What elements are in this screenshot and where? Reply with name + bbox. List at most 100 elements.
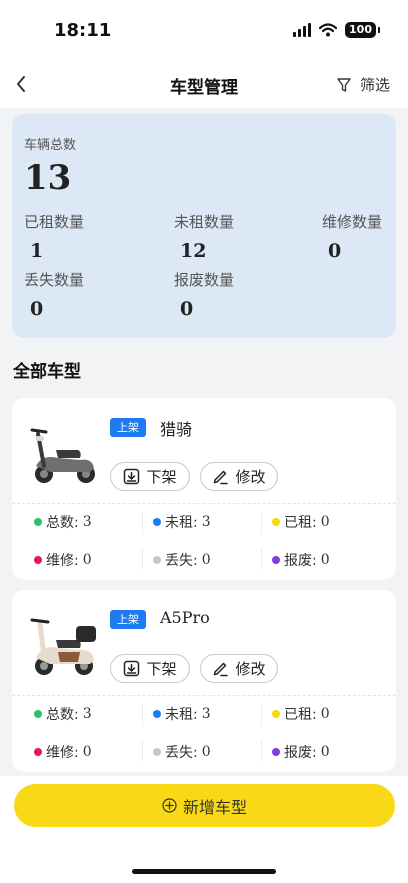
bottom-action-bar: 新增车型 [0, 776, 408, 883]
stat-value: 0 [328, 240, 342, 262]
stat-value: 3 [82, 514, 92, 530]
stat-repair: 维修: 0 [34, 742, 92, 762]
status-dot [153, 518, 161, 526]
edit-button[interactable]: 修改 [200, 462, 278, 491]
status-dot [34, 748, 42, 756]
add-model-label: 新增车型 [182, 797, 247, 817]
stat-value: 3 [201, 706, 211, 722]
stat-value: 0 [320, 514, 330, 530]
stat-label: 维修数量 [322, 213, 383, 231]
stat-total: 总数: 3 [34, 704, 92, 724]
card-divider [12, 503, 396, 504]
status-dot [34, 710, 42, 718]
download-icon [124, 660, 140, 677]
stat-label: 未租: [165, 515, 198, 531]
total-value: 13 [24, 158, 72, 198]
stat-value: 3 [201, 514, 211, 530]
stat-value: 0 [30, 298, 44, 320]
stat-value: 0 [201, 744, 211, 760]
column-divider [142, 548, 143, 570]
stat-unrented: 未租数量 12 [174, 211, 234, 262]
stat-scrapped: 报废数量 0 [174, 269, 234, 320]
edit-label: 修改 [235, 660, 266, 678]
column-divider [261, 548, 262, 570]
model-name: 猎骑 [160, 420, 193, 439]
edit-label: 修改 [235, 468, 266, 486]
stat-unrented: 未租: 3 [153, 704, 211, 724]
summary-card: 车辆总数 13 已租数量 1 未租数量 12 维修数量 0 丢失数量 0 报废数… [12, 114, 396, 338]
status-dot [153, 710, 161, 718]
stat-label: 总数: [46, 515, 79, 531]
status-dot [272, 518, 280, 526]
stat-label: 报废: [284, 745, 317, 761]
stat-label: 未租数量 [174, 213, 235, 231]
stat-total: 总数: 3 [34, 512, 92, 532]
stat-label: 已租数量 [24, 213, 85, 231]
battery-indicator: 100 [345, 22, 380, 38]
home-indicator [132, 869, 276, 874]
cellular-signal-icon [293, 23, 312, 37]
status-badge: 上架 [110, 610, 146, 629]
stat-label: 已租: [284, 515, 317, 531]
stat-label: 维修: [46, 553, 79, 569]
take-down-button[interactable]: 下架 [110, 462, 190, 491]
stat-value: 0 [320, 744, 330, 760]
download-icon [124, 468, 140, 485]
stat-scrapped: 报废: 0 [272, 550, 330, 570]
status-bar: 18:11 100 [0, 0, 408, 60]
stat-value: 0 [180, 298, 194, 320]
stat-value: 0 [82, 552, 92, 568]
stat-value: 12 [180, 240, 207, 262]
stat-label: 丢失: [165, 553, 198, 569]
section-title: 全部车型 [13, 362, 81, 382]
status-dot [34, 556, 42, 564]
column-divider [142, 740, 143, 762]
filter-icon [337, 77, 351, 92]
model-card[interactable]: 上架 A5Pro 下架 修改 总数: 3 未租: 3 已租: 0 维修: 0 丢… [12, 590, 396, 772]
edit-icon [214, 470, 229, 485]
stat-lost: 丢失: 0 [153, 550, 211, 570]
total-label: 车辆总数 [24, 138, 77, 153]
edit-button[interactable]: 修改 [200, 654, 278, 683]
stat-repair: 维修数量 0 [322, 211, 382, 262]
add-model-button[interactable]: 新增车型 [14, 784, 395, 827]
filter-button[interactable]: 筛选 [336, 74, 390, 95]
stat-value: 0 [320, 552, 330, 568]
stat-lost: 丢失数量 0 [24, 269, 84, 320]
stat-label: 维修: [46, 745, 79, 761]
stat-label: 丢失数量 [24, 271, 85, 289]
stat-value: 0 [201, 552, 211, 568]
take-down-button[interactable]: 下架 [110, 654, 190, 683]
column-divider [142, 704, 143, 726]
status-icons: 100 [293, 22, 380, 38]
stat-label: 报废数量 [174, 271, 235, 289]
status-dot [272, 748, 280, 756]
column-divider [142, 512, 143, 534]
stat-label: 总数: [46, 707, 79, 723]
stat-label: 未租: [165, 707, 198, 723]
stat-value: 0 [82, 744, 92, 760]
stat-label: 丢失: [165, 745, 198, 761]
plus-circle-icon [162, 798, 177, 813]
column-divider [261, 740, 262, 762]
stat-rented: 已租数量 1 [24, 211, 84, 262]
stat-repair: 维修: 0 [34, 550, 92, 570]
stat-value: 3 [82, 706, 92, 722]
take-down-label: 下架 [146, 660, 177, 678]
status-dot [153, 556, 161, 564]
stat-lost: 丢失: 0 [153, 742, 211, 762]
nav-bar: 车型管理 筛选 [0, 60, 408, 108]
stat-unrented: 未租: 3 [153, 512, 211, 532]
status-dot [153, 748, 161, 756]
stat-scrapped: 报废: 0 [272, 742, 330, 762]
model-card[interactable]: 上架 猎骑 下架 修改 总数: 3 未租: 3 已租: 0 维修: 0 丢失: … [12, 398, 396, 580]
status-time: 18:11 [54, 20, 112, 41]
status-dot [272, 710, 280, 718]
filter-label: 筛选 [359, 76, 390, 94]
stat-label: 已租: [284, 707, 317, 723]
status-dot [34, 518, 42, 526]
stat-value: 0 [320, 706, 330, 722]
model-name: A5Pro [160, 608, 210, 627]
stat-rented: 已租: 0 [272, 512, 330, 532]
column-divider [261, 512, 262, 534]
